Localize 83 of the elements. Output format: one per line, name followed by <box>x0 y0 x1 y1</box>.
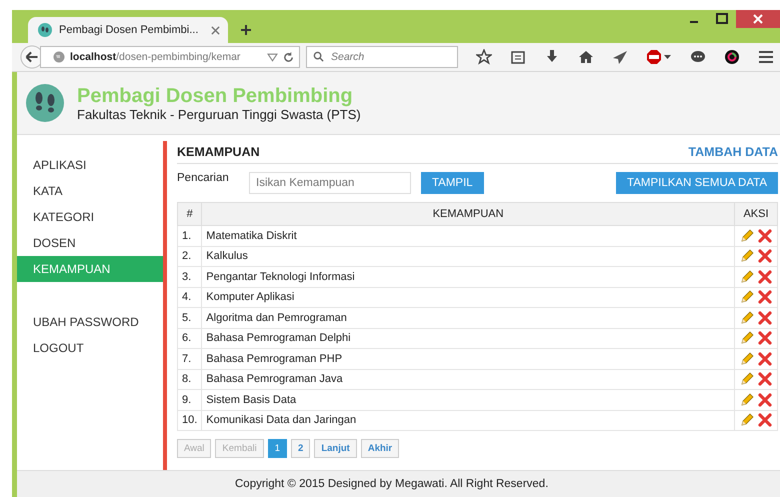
color-wheel-icon[interactable] <box>724 49 740 66</box>
paper-plane-icon[interactable] <box>612 49 628 66</box>
pencil-icon[interactable] <box>740 352 754 366</box>
search-field[interactable]: Search <box>306 46 458 68</box>
column-header: KEMAMPUAN <box>202 202 734 226</box>
table-cell: Matematika Diskrit <box>202 226 734 246</box>
row-number: 7. <box>178 348 202 369</box>
show-button[interactable]: TAMPIL <box>421 172 484 194</box>
row-number: 6. <box>178 328 202 348</box>
delete-icon[interactable] <box>758 290 772 304</box>
table-cell: Komunikasi Data dan Jaringan <box>202 410 734 430</box>
table-cell: Bahasa Pemrograman Delphi <box>202 328 734 348</box>
footprints-icon <box>38 23 52 38</box>
page-button[interactable]: Lanjut <box>314 439 357 458</box>
row-number: 5. <box>178 308 202 328</box>
row-number: 4. <box>178 287 202 308</box>
home-icon[interactable] <box>578 49 594 66</box>
delete-icon[interactable] <box>758 228 772 243</box>
pencil-icon[interactable] <box>740 270 754 284</box>
close-icon[interactable] <box>211 26 220 35</box>
tab-title: Pembagi Dosen Pembimbi... <box>59 24 198 36</box>
table-cell: Bahasa Pemrograman Java <box>202 369 734 390</box>
sidebar-item[interactable]: KATA <box>17 178 163 204</box>
row-number: 1. <box>178 226 202 246</box>
sidebar-item[interactable]: APLIKASI <box>17 152 163 178</box>
search-icon <box>313 51 324 62</box>
site-title: Pembagi Dosen Pembimbing <box>77 84 354 106</box>
adblock-icon[interactable] <box>646 49 672 66</box>
table-cell: Pengantar Teknologi Informasi <box>202 266 734 287</box>
row-number: 2. <box>178 246 202 266</box>
delete-icon[interactable] <box>758 413 772 428</box>
reload-icon[interactable] <box>283 52 294 63</box>
delete-icon[interactable] <box>758 352 772 366</box>
column-header: AKSI <box>734 202 778 226</box>
table-cell: Bahasa Pemrograman PHP <box>202 348 734 369</box>
copyright-text: Copyright © 2015 Designed by Megawati. All Right Reserved. <box>235 478 548 490</box>
add-data-link[interactable]: TAMBAH DATA <box>688 145 778 159</box>
show-all-button[interactable]: TAMPILKAN SEMUA DATA <box>616 172 778 194</box>
search-label: Pencarian <box>177 172 230 184</box>
page-button[interactable]: 2 <box>291 439 310 458</box>
row-number: 9. <box>178 390 202 410</box>
search-field[interactable]: Isikan Kemampuan <box>249 172 411 194</box>
pencil-icon[interactable] <box>740 413 754 428</box>
sidebar-item[interactable]: KEMAMPUAN <box>17 256 163 282</box>
section-title: KEMAMPUAN <box>177 145 260 159</box>
plus-icon[interactable] <box>240 24 252 36</box>
dropdown-icon[interactable] <box>267 52 278 63</box>
column-header: # <box>178 202 202 226</box>
menu-icon[interactable] <box>758 49 774 66</box>
table-cell: Algoritma dan Pemrograman <box>202 308 734 328</box>
clipboard-icon[interactable] <box>510 49 526 66</box>
sidebar-item[interactable]: LOGOUT <box>17 335 163 361</box>
browser-tab[interactable]: Pembagi Dosen Pembimbi... <box>28 17 228 44</box>
pencil-icon[interactable] <box>740 372 754 386</box>
row-number: 8. <box>178 369 202 390</box>
site-subtitle: Fakultas Teknik - Perguruan Tinggi Swasta (PTS) <box>77 106 361 122</box>
pencil-icon[interactable] <box>740 290 754 304</box>
sidebar-item[interactable]: DOSEN <box>17 230 163 256</box>
star-icon[interactable] <box>476 49 492 66</box>
pencil-icon[interactable] <box>740 249 754 264</box>
delete-icon[interactable] <box>758 331 772 346</box>
delete-icon[interactable] <box>758 392 772 407</box>
delete-icon[interactable] <box>758 270 772 284</box>
address-bar[interactable]: localhost/dosen-pembimbing/kemar <box>40 46 300 68</box>
table-cell: Kalkulus <box>202 246 734 266</box>
sidebar-item[interactable]: KATEGORI <box>17 204 163 230</box>
table-cell: Komputer Aplikasi <box>202 287 734 308</box>
close-icon[interactable] <box>736 10 780 28</box>
row-number: 10. <box>178 410 202 430</box>
footprints-icon <box>25 83 65 123</box>
pencil-icon[interactable] <box>740 392 754 407</box>
sidebar-item[interactable]: UBAH PASSWORD <box>17 309 163 335</box>
delete-icon[interactable] <box>758 249 772 264</box>
pencil-icon[interactable] <box>740 310 754 325</box>
delete-icon[interactable] <box>758 310 772 325</box>
table-cell: Sistem Basis Data <box>202 390 734 410</box>
page-button[interactable]: Akhir <box>360 439 400 458</box>
page-button[interactable]: 1 <box>268 439 288 458</box>
row-number: 3. <box>178 266 202 287</box>
globe-icon <box>53 51 65 64</box>
pencil-icon[interactable] <box>740 331 754 346</box>
delete-icon[interactable] <box>758 372 772 386</box>
pencil-icon[interactable] <box>740 228 754 243</box>
